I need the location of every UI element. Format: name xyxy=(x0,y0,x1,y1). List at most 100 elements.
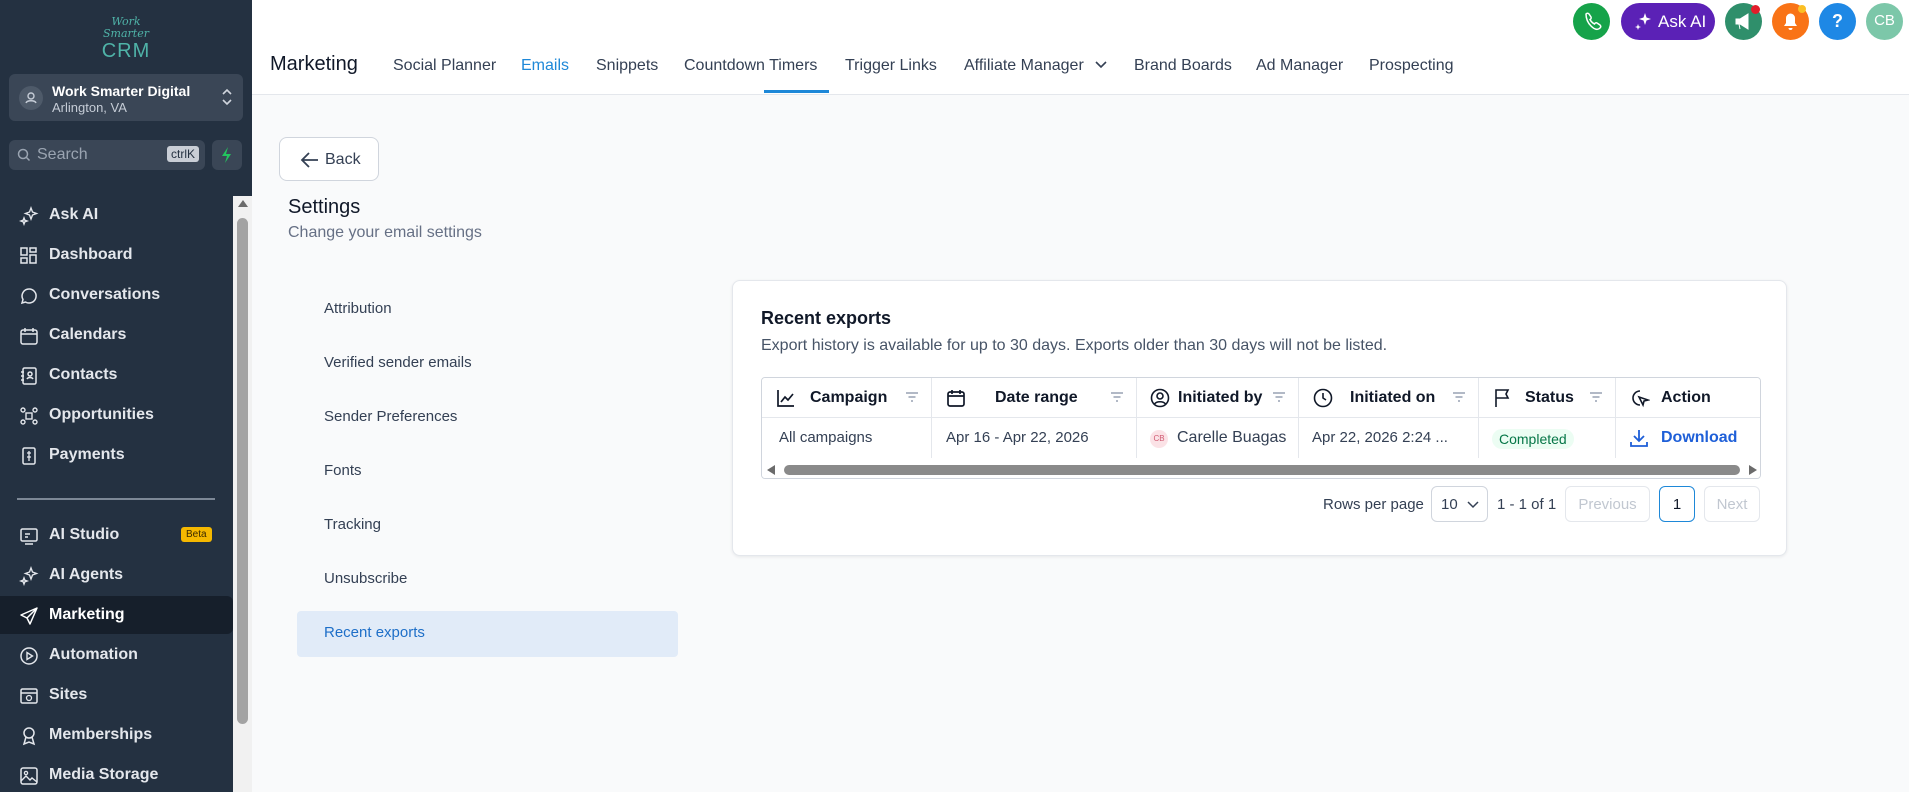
filter-icon[interactable] xyxy=(1110,392,1124,402)
scroll-right-arrow-icon[interactable] xyxy=(1749,465,1757,475)
download-label: Download xyxy=(1661,429,1738,446)
ask-ai-button[interactable]: Ask AI xyxy=(1621,3,1715,40)
back-button[interactable]: Back xyxy=(279,137,379,181)
filter-icon[interactable] xyxy=(1272,392,1286,402)
sidebar-item-calendars[interactable]: Calendars xyxy=(0,316,233,354)
help-icon: ? xyxy=(1832,11,1843,31)
tab-brand-boards[interactable]: Brand Boards xyxy=(1134,57,1232,75)
page-number: 1 xyxy=(1672,496,1682,513)
phone-button[interactable] xyxy=(1573,3,1610,40)
column-header-initiated-on[interactable]: Initiated on xyxy=(1299,378,1479,418)
table-horizontal-scrollbar[interactable] xyxy=(762,461,1760,478)
tab-prospecting[interactable]: Prospecting xyxy=(1369,57,1454,75)
settings-menu-fonts[interactable]: Fonts xyxy=(297,449,678,495)
calendar-icon xyxy=(20,328,38,345)
sidebar-item-automation[interactable]: Automation xyxy=(0,636,233,674)
search-input[interactable]: Search ctrlK xyxy=(9,140,205,170)
tab-countdown-timers[interactable]: Countdown Timers xyxy=(684,57,817,75)
help-button[interactable]: ? xyxy=(1819,3,1856,40)
brand-logo[interactable]: Work Smarter CRM xyxy=(88,16,164,63)
active-tab-indicator xyxy=(764,90,829,93)
initiated-by-value: Carelle Buagas xyxy=(1177,429,1287,446)
tab-emails[interactable]: Emails xyxy=(521,57,569,75)
quick-actions-button[interactable] xyxy=(212,140,242,170)
sidebar-item-label: Calendars xyxy=(49,326,127,343)
filter-icon[interactable] xyxy=(1589,392,1603,402)
sidebar-item-memberships[interactable]: Memberships xyxy=(0,716,233,754)
column-header-campaign[interactable]: Campaign xyxy=(762,378,932,418)
scroll-up-arrow-icon[interactable] xyxy=(238,200,248,207)
menu-label: Fonts xyxy=(324,462,362,479)
scrollbar-thumb[interactable] xyxy=(237,218,248,724)
announcements-button[interactable] xyxy=(1725,3,1762,40)
ask-ai-label: Ask AI xyxy=(1658,12,1707,31)
settings-menu-tracking[interactable]: Tracking xyxy=(297,503,678,549)
card-description: Export history is available for up to 30… xyxy=(761,337,1388,354)
phone-icon xyxy=(1585,12,1602,31)
settings-menu-recent-exports[interactable]: Recent exports xyxy=(297,611,678,657)
tab-ad-manager[interactable]: Ad Manager xyxy=(1256,57,1343,75)
card-title: Recent exports xyxy=(761,308,892,328)
sidebar-item-label: Automation xyxy=(49,646,138,663)
settings-menu-verified-sender-emails[interactable]: Verified sender emails xyxy=(297,341,678,387)
column-header-status[interactable]: Status xyxy=(1479,378,1616,418)
sidebar-item-dashboard[interactable]: Dashboard xyxy=(0,236,233,274)
pagination-range: 1 - 1 of 1 xyxy=(1497,496,1557,513)
sidebar-item-media-storage[interactable]: Media Storage xyxy=(0,756,233,792)
settings-menu-unsubscribe[interactable]: Unsubscribe xyxy=(297,557,678,603)
next-page-button[interactable]: Next xyxy=(1704,486,1760,522)
logo-line2: CRM xyxy=(101,40,151,62)
sparkle-icon xyxy=(1635,13,1651,30)
column-label: Date range xyxy=(995,389,1078,406)
sidebar-item-conversations[interactable]: Conversations xyxy=(0,276,233,314)
arrow-left-icon xyxy=(300,152,318,168)
column-label: Campaign xyxy=(810,389,888,406)
column-header-initiated-by[interactable]: Initiated by xyxy=(1137,378,1299,418)
location-switcher[interactable]: Work Smarter Digital Arlington, VA xyxy=(9,74,243,121)
filter-icon[interactable] xyxy=(905,392,919,402)
filter-icon[interactable] xyxy=(1452,392,1466,402)
download-button[interactable]: Download xyxy=(1616,418,1760,458)
tab-social-planner[interactable]: Social Planner xyxy=(393,57,496,75)
sidebar: Work Smarter CRM Work Smarter Digital Ar… xyxy=(0,0,252,792)
automation-icon xyxy=(20,647,38,665)
page-number-button[interactable]: 1 xyxy=(1659,486,1695,522)
column-header-date-range[interactable]: Date range xyxy=(932,378,1137,418)
scrollbar-thumb[interactable] xyxy=(784,465,1740,475)
chevron-down-icon xyxy=(1467,501,1479,509)
settings-menu-attribution[interactable]: Attribution xyxy=(297,287,678,333)
sidebar-item-opportunities[interactable]: Opportunities xyxy=(0,396,233,434)
sidebar-item-marketing[interactable]: Marketing xyxy=(0,596,233,634)
back-label: Back xyxy=(325,151,361,168)
chat-icon xyxy=(20,288,37,305)
menu-label: Attribution xyxy=(324,300,392,317)
sidebar-item-sites[interactable]: Sites xyxy=(0,676,233,714)
cell-initiated-by: CB Carelle Buagas xyxy=(1137,418,1299,458)
sidebar-item-ai-studio[interactable]: AI Studio Beta xyxy=(0,516,233,554)
previous-page-button[interactable]: Previous xyxy=(1565,486,1650,522)
ai-studio-icon xyxy=(20,528,38,545)
notifications-button[interactable] xyxy=(1772,3,1809,40)
sidebar-item-payments[interactable]: Payments xyxy=(0,436,233,474)
settings-menu-sender-preferences[interactable]: Sender Preferences xyxy=(297,395,678,441)
sidebar-item-ask-ai[interactable]: Ask AI xyxy=(0,196,233,234)
search-placeholder: Search xyxy=(37,146,88,163)
column-label: Status xyxy=(1525,389,1574,406)
recent-exports-card: Recent exports Export history is availab… xyxy=(732,280,1787,556)
search-shortcut: ctrlK xyxy=(167,146,199,162)
user-avatar[interactable]: CB xyxy=(1866,3,1903,40)
sidebar-item-ai-agents[interactable]: AI Agents xyxy=(0,556,233,594)
sidebar-scrollbar[interactable] xyxy=(233,196,252,792)
sidebar-item-label: Opportunities xyxy=(49,406,154,423)
tab-trigger-links[interactable]: Trigger Links xyxy=(845,57,937,75)
tab-affiliate-manager[interactable]: Affiliate Manager xyxy=(964,57,1108,75)
flag-icon xyxy=(1495,389,1510,407)
tab-snippets[interactable]: Snippets xyxy=(596,57,658,75)
menu-label: Verified sender emails xyxy=(324,354,472,371)
scroll-left-arrow-icon[interactable] xyxy=(767,465,775,475)
rows-per-page-select[interactable]: 10 xyxy=(1431,486,1488,522)
sidebar-item-contacts[interactable]: Contacts xyxy=(0,356,233,394)
column-label: Action xyxy=(1661,389,1711,406)
download-icon xyxy=(1630,430,1648,447)
section-title: Marketing xyxy=(270,53,358,75)
